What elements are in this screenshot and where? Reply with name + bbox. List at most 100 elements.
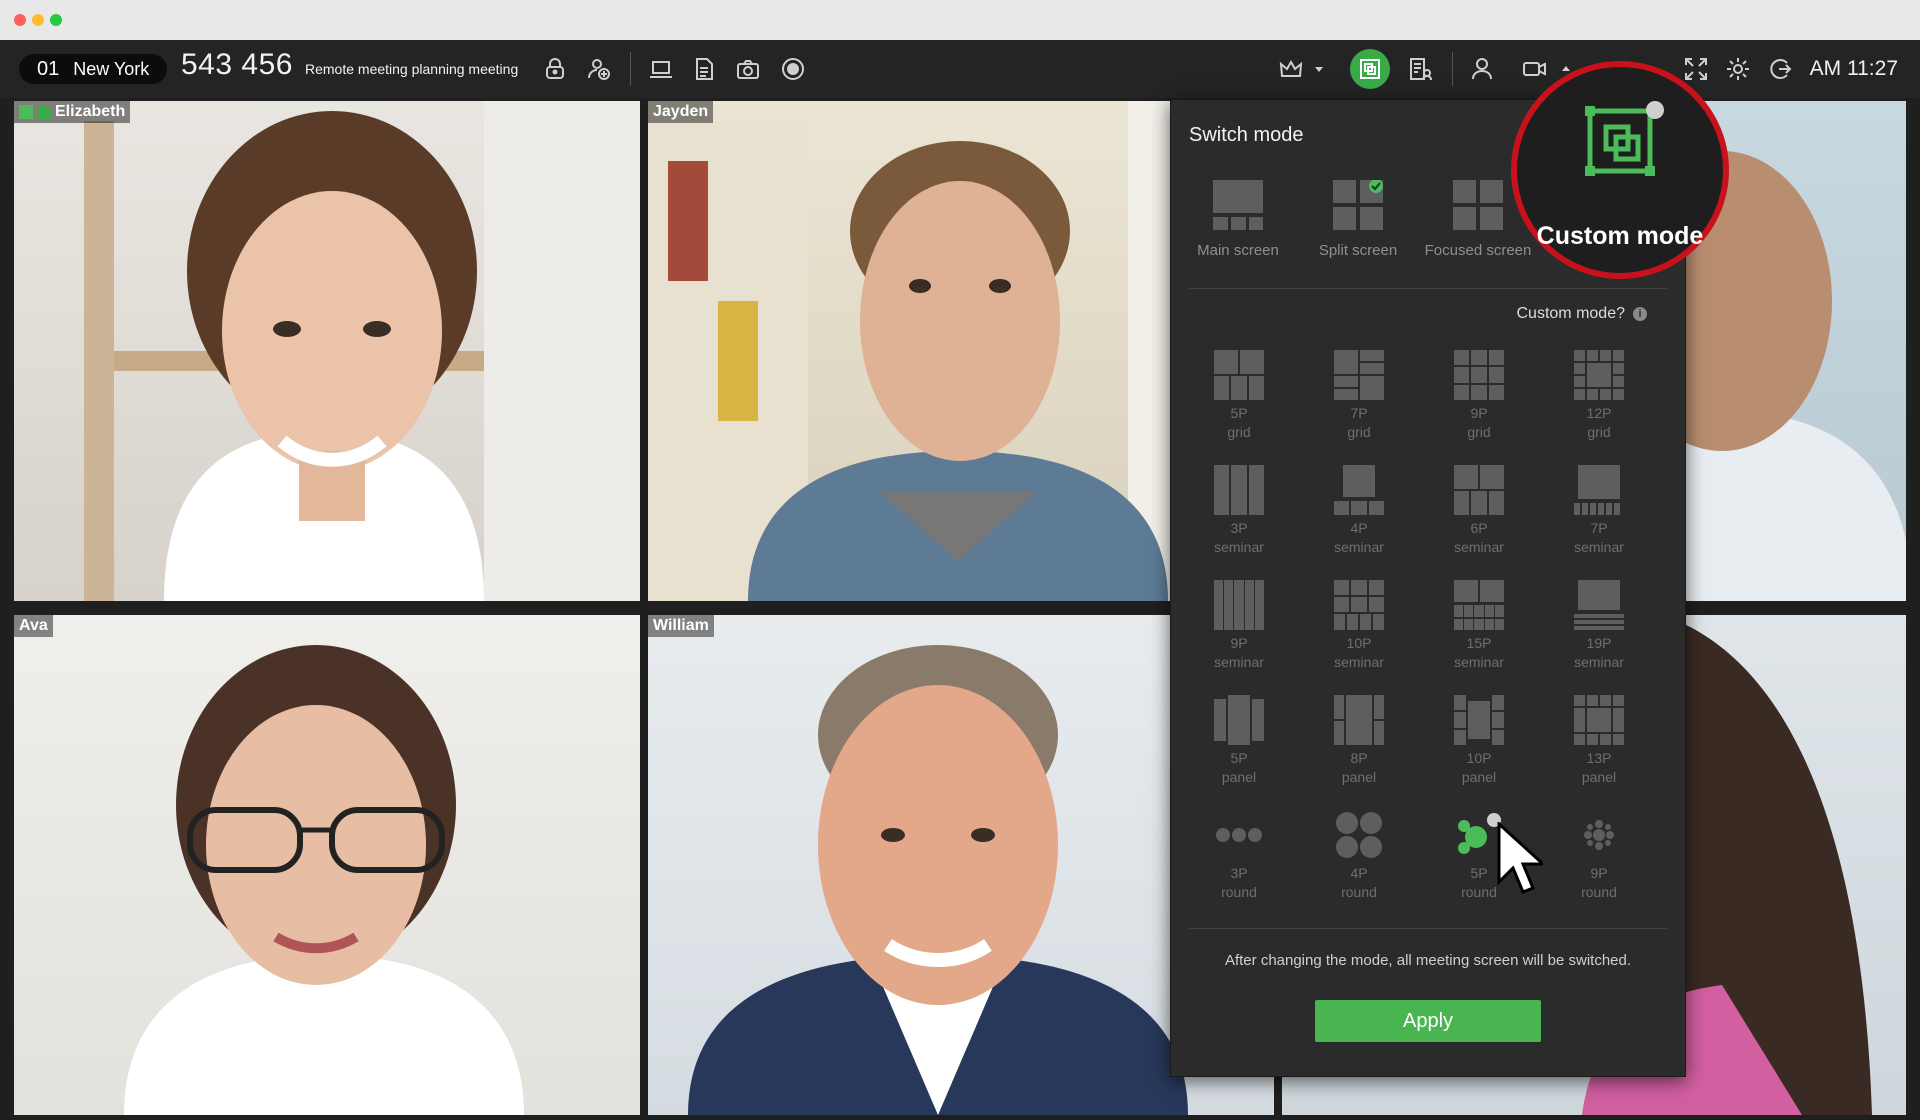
layout-type: seminar xyxy=(1454,654,1504,670)
round-layout-icon xyxy=(1216,828,1262,842)
layout-count: 19P xyxy=(1586,635,1612,651)
panel-title: Switch mode xyxy=(1189,124,1304,146)
layout-type: seminar xyxy=(1454,539,1504,555)
participant-name-tag: William xyxy=(648,615,714,637)
layout-option-9p-round[interactable]: 9P round xyxy=(1549,810,1649,902)
seminar-layout-icon xyxy=(1574,465,1620,515)
layout-option-3p-seminar[interactable]: 3P seminar xyxy=(1189,465,1289,557)
mouse-cursor-icon xyxy=(1497,822,1543,894)
layout-option-4p-seminar[interactable]: 4P seminar xyxy=(1309,465,1409,557)
layout-option-9p-seminar[interactable]: 9P seminar xyxy=(1189,580,1289,672)
mode-label: Main screen xyxy=(1197,242,1279,259)
meeting-window: 01 New York 543 456 Remote meeting plann… xyxy=(0,0,1920,1120)
layout-type: panel xyxy=(1221,769,1257,785)
close-window-button[interactable] xyxy=(14,14,26,26)
participant-name-tag: Elizabeth xyxy=(14,101,131,123)
participant-icon[interactable] xyxy=(1466,53,1498,85)
layout-mode-icon[interactable] xyxy=(1350,49,1390,89)
layout-option-7p-seminar[interactable]: 7P seminar xyxy=(1549,465,1649,557)
layout-option-10p-panel[interactable]: 10P panel xyxy=(1429,695,1529,787)
mode-split-screen[interactable]: Split screen xyxy=(1303,179,1413,259)
grid-layout-icon xyxy=(1574,350,1624,400)
layout-option-5p-grid[interactable]: 5P grid xyxy=(1189,350,1289,442)
panel-divider xyxy=(1189,928,1667,929)
seminar-layout-icon xyxy=(1334,465,1384,515)
layout-option-12p-grid[interactable]: 12P grid xyxy=(1549,350,1649,442)
camera-icon[interactable] xyxy=(732,53,764,85)
attendee-list-icon[interactable] xyxy=(1404,53,1436,85)
layout-count: 3P xyxy=(1230,520,1248,536)
fullscreen-icon[interactable] xyxy=(1680,53,1712,85)
maximize-window-button[interactable] xyxy=(50,14,62,26)
layout-option-13p-panel[interactable]: 13P panel xyxy=(1549,695,1649,787)
layout-count: 5P xyxy=(1230,405,1248,421)
layout-type: grid xyxy=(1347,424,1371,440)
custom-mode-callout: Custom mode xyxy=(1511,61,1729,279)
seminar-layout-icon xyxy=(1454,465,1504,515)
layout-count: 9P xyxy=(1470,405,1488,421)
participant-name-tag: Ava xyxy=(14,615,53,637)
panel-divider xyxy=(1189,288,1667,289)
seminar-layout-icon xyxy=(1214,465,1264,515)
layout-option-7p-grid[interactable]: 7P grid xyxy=(1309,350,1409,442)
panel-layout-icon xyxy=(1334,695,1384,745)
grid-layout-icon xyxy=(1334,350,1384,400)
document-icon[interactable] xyxy=(688,53,720,85)
record-icon[interactable] xyxy=(777,53,809,85)
seminar-layout-icon xyxy=(1574,580,1624,630)
crown-icon[interactable] xyxy=(1275,53,1307,85)
mode-change-note: After changing the mode, all meeting scr… xyxy=(1224,952,1632,969)
video-tile[interactable]: Elizabeth xyxy=(14,101,640,601)
layout-count: 4P xyxy=(1350,865,1368,881)
layout-type: round xyxy=(1221,884,1257,900)
layout-option-4p-round[interactable]: 4P round xyxy=(1309,810,1409,902)
mode-main-screen[interactable]: Main screen xyxy=(1183,180,1293,259)
panel-layout-icon xyxy=(1214,695,1264,745)
layout-option-10p-seminar[interactable]: 10P seminar xyxy=(1309,580,1409,672)
seminar-layout-icon xyxy=(1334,580,1384,630)
room-badge[interactable]: 01 New York xyxy=(19,54,168,84)
video-tile[interactable]: Ava xyxy=(14,615,640,1115)
grid-layout-icon xyxy=(1214,350,1264,400)
settings-icon[interactable] xyxy=(1722,53,1754,85)
layout-option-19p-seminar[interactable]: 19P seminar xyxy=(1549,580,1649,672)
layout-option-5p-panel[interactable]: 5P panel xyxy=(1189,695,1289,787)
layout-type: seminar xyxy=(1214,654,1264,670)
add-person-icon[interactable] xyxy=(583,53,615,85)
layout-type: panel xyxy=(1341,769,1377,785)
screen-share-icon[interactable] xyxy=(645,53,677,85)
dropdown-icon[interactable] xyxy=(1310,53,1328,85)
layout-count: 3P xyxy=(1230,865,1248,881)
custom-mode-help[interactable]: Custom mode? i xyxy=(1517,305,1647,323)
grid-layout-icon xyxy=(1454,350,1504,400)
layout-option-15p-seminar[interactable]: 15P seminar xyxy=(1429,580,1529,672)
seminar-layout-icon xyxy=(1214,580,1264,630)
layout-option-6p-seminar[interactable]: 6P seminar xyxy=(1429,465,1529,557)
layout-type: seminar xyxy=(1334,654,1384,670)
layout-count: 9P xyxy=(1590,865,1608,881)
apply-button[interactable]: Apply xyxy=(1315,1000,1541,1042)
mode-label: Split screen xyxy=(1318,242,1398,259)
minimize-window-button[interactable] xyxy=(32,14,44,26)
custom-mode-icon xyxy=(1585,101,1664,176)
layout-option-8p-panel[interactable]: 8P panel xyxy=(1309,695,1409,787)
video-icon[interactable] xyxy=(1519,53,1551,85)
layout-option-3p-round[interactable]: 3P round xyxy=(1189,810,1289,902)
layout-type: grid xyxy=(1467,424,1491,440)
participant-name-tag: Jayden xyxy=(648,101,714,123)
info-icon: i xyxy=(1633,307,1647,321)
layout-count: 12P xyxy=(1586,405,1612,421)
layout-count: 10P xyxy=(1466,750,1492,766)
layout-count: 5P xyxy=(1230,750,1248,766)
exit-icon[interactable] xyxy=(1764,53,1796,85)
room-name: New York xyxy=(73,58,150,79)
title-bar xyxy=(0,0,1920,40)
lock-icon[interactable] xyxy=(539,53,571,85)
panel-layout-icon xyxy=(1454,695,1504,745)
layout-count: 4P xyxy=(1350,520,1368,536)
layout-type: panel xyxy=(1461,769,1497,785)
layout-option-9p-grid[interactable]: 9P grid xyxy=(1429,350,1529,442)
layout-count: 10P xyxy=(1346,635,1372,651)
seminar-layout-icon xyxy=(1454,580,1504,630)
meeting-id: 543 456 xyxy=(181,48,293,81)
